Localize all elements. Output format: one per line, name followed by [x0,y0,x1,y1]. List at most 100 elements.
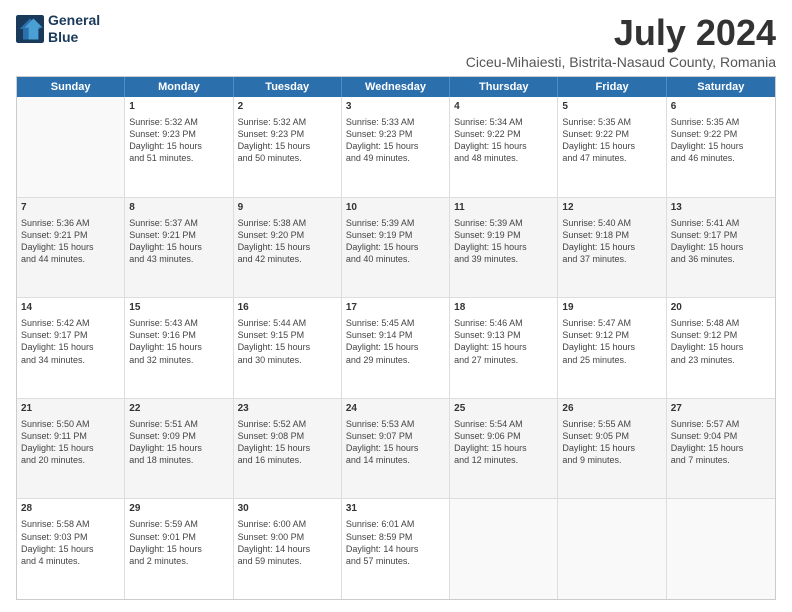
day-number: 4 [454,100,553,114]
cell-info-line: and 16 minutes. [238,454,337,466]
day-number: 10 [346,201,445,215]
day-number: 9 [238,201,337,215]
cell-info-line: Daylight: 15 hours [129,341,228,353]
cell-info-line: and 40 minutes. [346,253,445,265]
cell-info-line: Sunset: 9:08 PM [238,430,337,442]
page: General Blue July 2024 Ciceu-Mihaiesti, … [0,0,792,612]
cell-info-line: Sunset: 9:21 PM [21,229,120,241]
calendar-row: 28Sunrise: 5:58 AMSunset: 9:03 PMDayligh… [17,499,775,599]
cell-info-line: and 4 minutes. [21,555,120,567]
cell-info-line: Sunrise: 5:37 AM [129,217,228,229]
day-number: 19 [562,301,661,315]
calendar-cell [17,97,125,197]
day-number: 11 [454,201,553,215]
cell-info-line: and 48 minutes. [454,152,553,164]
cell-info-line: Sunset: 9:12 PM [562,329,661,341]
cell-info-line: and 51 minutes. [129,152,228,164]
cell-info-line: and 9 minutes. [562,454,661,466]
cell-info-line: Sunrise: 5:35 AM [562,116,661,128]
cell-info-line: Sunrise: 5:58 AM [21,518,120,530]
calendar-cell [667,499,775,599]
calendar-row: 14Sunrise: 5:42 AMSunset: 9:17 PMDayligh… [17,298,775,399]
cell-info-line: Sunset: 9:22 PM [671,128,771,140]
cell-info-line: Daylight: 15 hours [238,140,337,152]
cell-info-line: Daylight: 15 hours [21,241,120,253]
day-number: 5 [562,100,661,114]
cell-info-line: Sunrise: 5:38 AM [238,217,337,229]
cell-info-line: Daylight: 15 hours [21,341,120,353]
weekday-header: Monday [125,77,233,97]
calendar-cell: 30Sunrise: 6:00 AMSunset: 9:00 PMDayligh… [234,499,342,599]
cell-info-line: Daylight: 15 hours [454,341,553,353]
day-number: 31 [346,502,445,516]
cell-info-line: Daylight: 15 hours [562,442,661,454]
cell-info-line: and 2 minutes. [129,555,228,567]
cell-info-line: Daylight: 15 hours [671,140,771,152]
calendar-row: 7Sunrise: 5:36 AMSunset: 9:21 PMDaylight… [17,198,775,299]
cell-info-line: Sunrise: 5:43 AM [129,317,228,329]
cell-info-line: and 14 minutes. [346,454,445,466]
calendar-cell: 15Sunrise: 5:43 AMSunset: 9:16 PMDayligh… [125,298,233,398]
calendar-cell: 6Sunrise: 5:35 AMSunset: 9:22 PMDaylight… [667,97,775,197]
day-number: 25 [454,402,553,416]
cell-info-line: Daylight: 15 hours [454,140,553,152]
cell-info-line: Sunrise: 5:39 AM [454,217,553,229]
cell-info-line: Sunrise: 5:41 AM [671,217,771,229]
weekday-header: Wednesday [342,77,450,97]
day-number: 3 [346,100,445,114]
day-number: 6 [671,100,771,114]
cell-info-line: Sunset: 9:01 PM [129,531,228,543]
cell-info-line: Sunset: 9:23 PM [129,128,228,140]
subtitle: Ciceu-Mihaiesti, Bistrita-Nasaud County,… [466,54,776,70]
cell-info-line: and 47 minutes. [562,152,661,164]
calendar-cell: 14Sunrise: 5:42 AMSunset: 9:17 PMDayligh… [17,298,125,398]
calendar-cell: 29Sunrise: 5:59 AMSunset: 9:01 PMDayligh… [125,499,233,599]
cell-info-line: Sunrise: 5:40 AM [562,217,661,229]
day-number: 28 [21,502,120,516]
cell-info-line: Sunset: 9:23 PM [346,128,445,140]
calendar-cell: 20Sunrise: 5:48 AMSunset: 9:12 PMDayligh… [667,298,775,398]
cell-info-line: Sunrise: 5:45 AM [346,317,445,329]
cell-info-line: Daylight: 15 hours [562,241,661,253]
calendar-cell [450,499,558,599]
cell-info-line: Daylight: 15 hours [238,341,337,353]
day-number: 14 [21,301,120,315]
day-number: 8 [129,201,228,215]
cell-info-line: Daylight: 14 hours [346,543,445,555]
cell-info-line: and 20 minutes. [21,454,120,466]
calendar-cell: 21Sunrise: 5:50 AMSunset: 9:11 PMDayligh… [17,399,125,499]
calendar-cell: 16Sunrise: 5:44 AMSunset: 9:15 PMDayligh… [234,298,342,398]
cell-info-line: Sunset: 9:12 PM [671,329,771,341]
calendar-cell: 5Sunrise: 5:35 AMSunset: 9:22 PMDaylight… [558,97,666,197]
cell-info-line: and 59 minutes. [238,555,337,567]
cell-info-line: Daylight: 15 hours [671,241,771,253]
cell-info-line: Sunset: 9:15 PM [238,329,337,341]
day-number: 29 [129,502,228,516]
cell-info-line: Daylight: 15 hours [346,341,445,353]
calendar-cell: 2Sunrise: 5:32 AMSunset: 9:23 PMDaylight… [234,97,342,197]
cell-info-line: Sunset: 9:05 PM [562,430,661,442]
calendar-cell: 18Sunrise: 5:46 AMSunset: 9:13 PMDayligh… [450,298,558,398]
day-number: 23 [238,402,337,416]
cell-info-line: Sunrise: 5:44 AM [238,317,337,329]
weekday-header: Tuesday [234,77,342,97]
cell-info-line: and 30 minutes. [238,354,337,366]
cell-info-line: and 32 minutes. [129,354,228,366]
day-number: 30 [238,502,337,516]
cell-info-line: Daylight: 15 hours [21,442,120,454]
header: General Blue July 2024 Ciceu-Mihaiesti, … [16,12,776,70]
cell-info-line: Daylight: 15 hours [562,341,661,353]
calendar-cell: 12Sunrise: 5:40 AMSunset: 9:18 PMDayligh… [558,198,666,298]
cell-info-line: Sunrise: 5:53 AM [346,418,445,430]
cell-info-line: and 37 minutes. [562,253,661,265]
cell-info-line: Daylight: 15 hours [238,241,337,253]
cell-info-line: and 44 minutes. [21,253,120,265]
calendar: SundayMondayTuesdayWednesdayThursdayFrid… [16,76,776,600]
weekday-header: Friday [558,77,666,97]
cell-info-line: Sunrise: 5:51 AM [129,418,228,430]
weekday-header: Thursday [450,77,558,97]
day-number: 24 [346,402,445,416]
day-number: 26 [562,402,661,416]
cell-info-line: Daylight: 15 hours [21,543,120,555]
cell-info-line: and 18 minutes. [129,454,228,466]
